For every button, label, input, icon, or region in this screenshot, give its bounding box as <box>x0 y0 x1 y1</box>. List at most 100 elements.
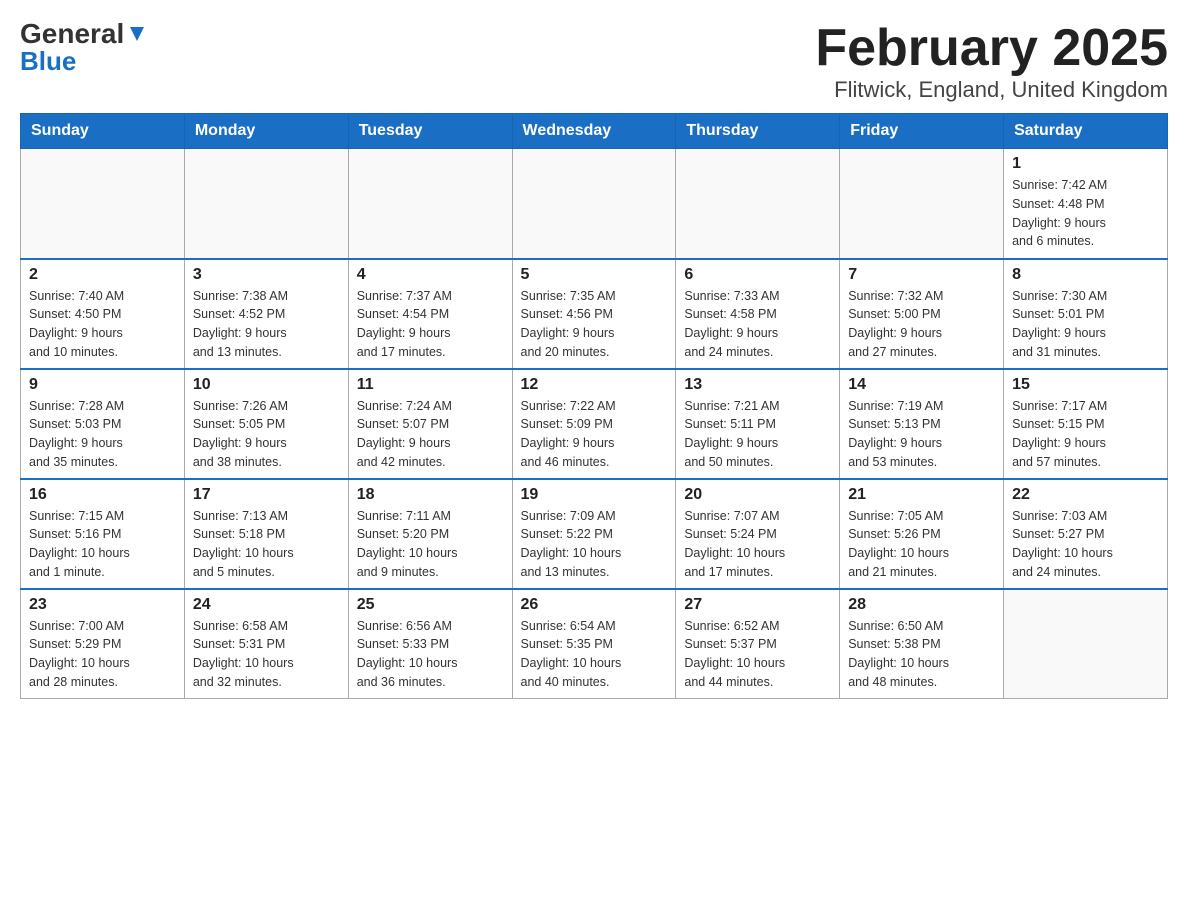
calendar-table: Sunday Monday Tuesday Wednesday Thursday… <box>20 113 1168 699</box>
day-number: 6 <box>684 266 831 284</box>
table-row: 9 Sunrise: 7:28 AMSunset: 5:03 PMDaylight… <box>21 369 185 479</box>
header-saturday: Saturday <box>1004 114 1168 149</box>
day-number: 17 <box>193 486 340 504</box>
table-row: 11Sunrise: 7:24 AMSunset: 5:07 PMDayligh… <box>348 369 512 479</box>
day-info: Sunrise: 7:30 AMSunset: 5:01 PMDaylight:… <box>1012 287 1159 362</box>
day-info: Sunrise: 7:09 AMSunset: 5:22 PMDaylight:… <box>521 507 668 582</box>
table-row: 17Sunrise: 7:13 AMSunset: 5:18 PMDayligh… <box>184 479 348 589</box>
header-tuesday: Tuesday <box>348 114 512 149</box>
header-wednesday: Wednesday <box>512 114 676 149</box>
calendar-subtitle: Flitwick, England, United Kingdom <box>815 77 1168 103</box>
day-info: Sunrise: 6:56 AMSunset: 5:33 PMDaylight:… <box>357 617 504 692</box>
header-friday: Friday <box>840 114 1004 149</box>
day-number: 22 <box>1012 486 1159 504</box>
table-row: 23 Sunrise: 7:00 AMSunset: 5:29 PMDayligh… <box>21 589 185 699</box>
day-info: Sunrise: 7:03 AMSunset: 5:27 PMDaylight:… <box>1012 507 1159 582</box>
day-number: 2 <box>29 266 176 284</box>
day-info: Sunrise: 6:52 AMSunset: 5:37 PMDaylight:… <box>684 617 831 692</box>
day-info: Sunrise: 7:38 AMSunset: 4:52 PMDaylight:… <box>193 287 340 362</box>
table-row: 18 Sunrise: 7:11 AMSunset: 5:20 PMDayligh… <box>348 479 512 589</box>
day-number: 9 <box>29 376 176 394</box>
day-number: 25 <box>357 596 504 614</box>
calendar-title: February 2025 <box>815 20 1168 77</box>
day-info: Sunrise: 7:19 AMSunset: 5:13 PMDaylight:… <box>848 397 995 472</box>
day-info: Sunrise: 7:40 AMSunset: 4:50 PMDaylight:… <box>29 287 176 362</box>
table-row: 13 Sunrise: 7:21 AMSunset: 5:11 PMDayligh… <box>676 369 840 479</box>
table-row: 5 Sunrise: 7:35 AMSunset: 4:56 PMDaylight… <box>512 259 676 369</box>
day-number: 8 <box>1012 266 1159 284</box>
page-header: General Blue February 2025 Flitwick, Eng… <box>20 20 1168 103</box>
day-number: 3 <box>193 266 340 284</box>
day-info: Sunrise: 7:28 AMSunset: 5:03 PMDaylight:… <box>29 397 176 472</box>
table-row: 22 Sunrise: 7:03 AMSunset: 5:27 PMDayligh… <box>1004 479 1168 589</box>
day-info: Sunrise: 7:00 AMSunset: 5:29 PMDaylight:… <box>29 617 176 692</box>
day-info: Sunrise: 6:58 AMSunset: 5:31 PMDaylight:… <box>193 617 340 692</box>
day-info: Sunrise: 7:21 AMSunset: 5:11 PMDaylight:… <box>684 397 831 472</box>
table-row: 27 Sunrise: 6:52 AMSunset: 5:37 PMDayligh… <box>676 589 840 699</box>
table-row: 3 Sunrise: 7:38 AMSunset: 4:52 PMDaylight… <box>184 259 348 369</box>
table-row <box>184 149 348 259</box>
day-number: 26 <box>521 596 668 614</box>
table-row: 7 Sunrise: 7:32 AMSunset: 5:00 PMDaylight… <box>840 259 1004 369</box>
day-number: 1 <box>1012 155 1159 173</box>
table-row: 1 Sunrise: 7:42 AMSunset: 4:48 PMDaylight… <box>1004 149 1168 259</box>
title-section: February 2025 Flitwick, England, United … <box>815 20 1168 103</box>
day-number: 7 <box>848 266 995 284</box>
table-row: 21 Sunrise: 7:05 AMSunset: 5:26 PMDayligh… <box>840 479 1004 589</box>
table-row: 2 Sunrise: 7:40 AMSunset: 4:50 PMDaylight… <box>21 259 185 369</box>
header-monday: Monday <box>184 114 348 149</box>
header-thursday: Thursday <box>676 114 840 149</box>
day-number: 18 <box>357 486 504 504</box>
day-number: 15 <box>1012 376 1159 394</box>
calendar-week-row: 23 Sunrise: 7:00 AMSunset: 5:29 PMDayligh… <box>21 589 1168 699</box>
table-row <box>1004 589 1168 699</box>
table-row: 26 Sunrise: 6:54 AMSunset: 5:35 PMDayligh… <box>512 589 676 699</box>
day-number: 13 <box>684 376 831 394</box>
day-number: 5 <box>521 266 668 284</box>
day-info: Sunrise: 6:54 AMSunset: 5:35 PMDaylight:… <box>521 617 668 692</box>
day-number: 14 <box>848 376 995 394</box>
table-row: 8 Sunrise: 7:30 AMSunset: 5:01 PMDaylight… <box>1004 259 1168 369</box>
table-row: 25 Sunrise: 6:56 AMSunset: 5:33 PMDayligh… <box>348 589 512 699</box>
table-row: 4 Sunrise: 7:37 AMSunset: 4:54 PMDaylight… <box>348 259 512 369</box>
table-row <box>840 149 1004 259</box>
table-row: 28Sunrise: 6:50 AMSunset: 5:38 PMDayligh… <box>840 589 1004 699</box>
calendar-week-row: 9 Sunrise: 7:28 AMSunset: 5:03 PMDaylight… <box>21 369 1168 479</box>
day-number: 16 <box>29 486 176 504</box>
calendar-header-row: Sunday Monday Tuesday Wednesday Thursday… <box>21 114 1168 149</box>
day-info: Sunrise: 7:22 AMSunset: 5:09 PMDaylight:… <box>521 397 668 472</box>
table-row: 12 Sunrise: 7:22 AMSunset: 5:09 PMDayligh… <box>512 369 676 479</box>
day-number: 11 <box>357 376 504 394</box>
day-info: Sunrise: 7:42 AMSunset: 4:48 PMDaylight:… <box>1012 176 1159 251</box>
day-info: Sunrise: 7:15 AMSunset: 5:16 PMDaylight:… <box>29 507 176 582</box>
day-info: Sunrise: 7:07 AMSunset: 5:24 PMDaylight:… <box>684 507 831 582</box>
day-number: 4 <box>357 266 504 284</box>
logo-general: General <box>20 20 124 48</box>
day-info: Sunrise: 7:05 AMSunset: 5:26 PMDaylight:… <box>848 507 995 582</box>
day-number: 12 <box>521 376 668 394</box>
day-number: 24 <box>193 596 340 614</box>
day-info: Sunrise: 7:35 AMSunset: 4:56 PMDaylight:… <box>521 287 668 362</box>
table-row: 16 Sunrise: 7:15 AMSunset: 5:16 PMDayligh… <box>21 479 185 589</box>
table-row <box>21 149 185 259</box>
day-number: 27 <box>684 596 831 614</box>
logo: General Blue <box>20 20 148 74</box>
day-info: Sunrise: 7:37 AMSunset: 4:54 PMDaylight:… <box>357 287 504 362</box>
logo-triangle-icon <box>126 23 148 45</box>
calendar-week-row: 16 Sunrise: 7:15 AMSunset: 5:16 PMDayligh… <box>21 479 1168 589</box>
day-info: Sunrise: 7:32 AMSunset: 5:00 PMDaylight:… <box>848 287 995 362</box>
table-row <box>512 149 676 259</box>
day-number: 23 <box>29 596 176 614</box>
table-row: 24 Sunrise: 6:58 AMSunset: 5:31 PMDayligh… <box>184 589 348 699</box>
table-row: 14 Sunrise: 7:19 AMSunset: 5:13 PMDayligh… <box>840 369 1004 479</box>
table-row: 19 Sunrise: 7:09 AMSunset: 5:22 PMDayligh… <box>512 479 676 589</box>
calendar-week-row: 2 Sunrise: 7:40 AMSunset: 4:50 PMDaylight… <box>21 259 1168 369</box>
day-number: 21 <box>848 486 995 504</box>
calendar-week-row: 1 Sunrise: 7:42 AMSunset: 4:48 PMDaylight… <box>21 149 1168 259</box>
day-info: Sunrise: 6:50 AMSunset: 5:38 PMDaylight:… <box>848 617 995 692</box>
table-row: 20Sunrise: 7:07 AMSunset: 5:24 PMDayligh… <box>676 479 840 589</box>
table-row <box>676 149 840 259</box>
day-number: 19 <box>521 486 668 504</box>
header-sunday: Sunday <box>21 114 185 149</box>
day-info: Sunrise: 7:11 AMSunset: 5:20 PMDaylight:… <box>357 507 504 582</box>
